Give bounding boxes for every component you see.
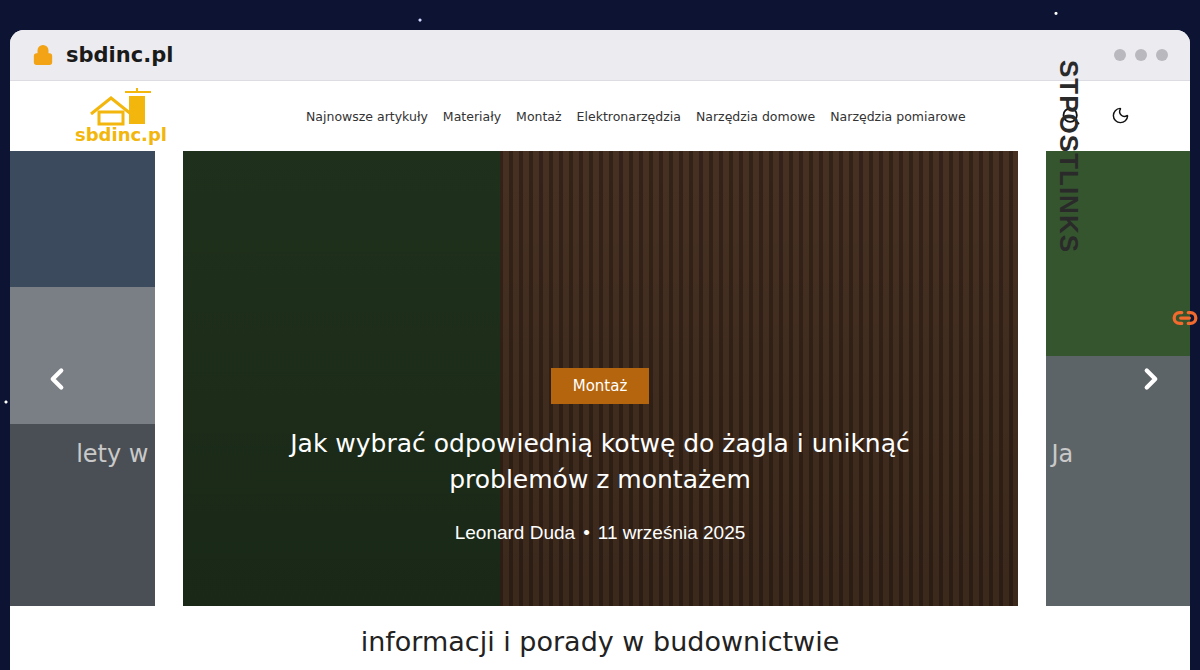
stage: sbdinc.pl sbdinc.pl Najnowsze artykuły Mate…	[0, 0, 1200, 670]
search-icon[interactable]	[1061, 106, 1081, 126]
main-nav: Najnowsze artykuły Materiały Montaż Elektro…	[306, 109, 966, 124]
nav-item[interactable]: Elektronarzędzia	[577, 109, 681, 124]
next-button[interactable]	[1134, 362, 1168, 396]
logo-text[interactable]: sbdinc.pl	[75, 126, 167, 144]
window-dots	[1114, 49, 1168, 61]
chain-link-icon	[1172, 305, 1198, 331]
house-logo-icon	[85, 88, 157, 126]
carousel-slide[interactable]: Montaż Jak wybrać odpowiednią kotwę do ża…	[183, 151, 1018, 606]
meta-separator: •	[583, 522, 590, 544]
header-tools	[1061, 106, 1130, 126]
chevron-right-icon	[1134, 362, 1168, 396]
prev-button[interactable]	[40, 362, 74, 396]
moon-icon[interactable]	[1111, 106, 1130, 125]
side-slide-title[interactable]: lety w	[76, 440, 148, 468]
logo[interactable]: sbdinc.pl	[76, 88, 166, 144]
nav-item[interactable]: Montaż	[516, 109, 561, 124]
carousel-slide[interactable]: lety w	[10, 151, 155, 606]
watermark-text: STPOSTLINKS	[1053, 60, 1084, 260]
slide-meta: Leonard Duda • 11 września 2025	[455, 522, 746, 544]
window-dot	[1156, 49, 1168, 61]
side-slide-title[interactable]: Ja	[1052, 440, 1074, 468]
address-bar[interactable]: sbdinc.pl	[10, 30, 1190, 81]
watermark: STPOSTLINKS	[1170, 0, 1200, 420]
window-dot	[1135, 49, 1147, 61]
carousel-slide[interactable]: Ja	[1046, 151, 1191, 606]
site-header: sbdinc.pl Najnowsze artykuły Materiały Mont…	[10, 81, 1190, 151]
browser-window: sbdinc.pl sbdinc.pl Najnowsze artykuły Mate…	[10, 30, 1190, 670]
nav-item[interactable]: Materiały	[443, 109, 501, 124]
watermark-link	[1172, 305, 1198, 331]
carousel: lety w Montaż Jak wybrać odpowiednią kotwę…	[10, 151, 1190, 606]
chevron-left-icon	[40, 362, 74, 396]
section-heading: informacji i porady w budownictwie	[10, 626, 1190, 658]
window-dot	[1114, 49, 1126, 61]
nav-item[interactable]: Najnowsze artykuły	[306, 109, 428, 124]
url-text[interactable]: sbdinc.pl	[66, 43, 173, 67]
nav-item[interactable]: Narzędzia pomiarowe	[830, 109, 965, 124]
lock-icon	[32, 44, 54, 66]
category-badge[interactable]: Montaż	[551, 368, 650, 404]
date: 11 września 2025	[598, 522, 746, 544]
slide-title[interactable]: Jak wybrać odpowiednią kotwę do żagla i …	[260, 426, 940, 499]
author[interactable]: Leonard Duda	[455, 522, 575, 544]
section: informacji i porady w budownictwie	[10, 606, 1190, 658]
nav-item[interactable]: Narzędzia domowe	[696, 109, 815, 124]
